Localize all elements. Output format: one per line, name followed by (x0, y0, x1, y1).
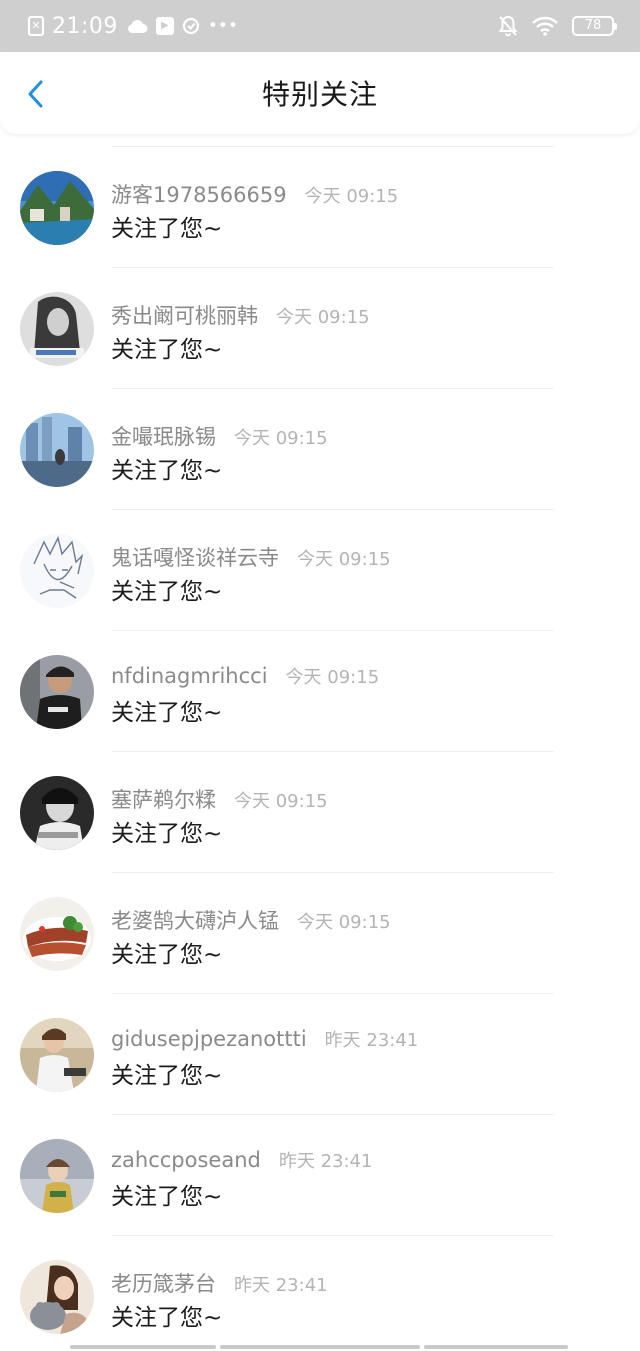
bell-off-icon (498, 15, 518, 37)
bottom-scroll-indicator (0, 1345, 640, 1351)
list-item[interactable]: gidusepjpezanottti 昨天 23:41 关注了您~ (0, 994, 640, 1114)
status-right: 78 (498, 15, 617, 37)
list-item[interactable]: zahccposeand 昨天 23:41 关注了您~ (0, 1115, 640, 1235)
user-name[interactable]: 游客1978566659 (111, 179, 287, 209)
landscape-avatar[interactable] (20, 171, 94, 245)
item-header: 鬼话嘎怪谈祥云寺 今天 09:15 (111, 542, 391, 572)
item-time: 今天 09:15 (304, 186, 399, 207)
item-header: 塞萨鹈尔糅 今天 09:15 (111, 784, 328, 814)
user-name[interactable]: 鬼话嘎怪谈祥云寺 (111, 542, 279, 572)
list-item[interactable]: nfdinagmrihcci 今天 09:15 关注了您~ (0, 631, 640, 751)
no-sim-icon: ✕ (28, 16, 44, 36)
item-message: 关注了您~ (111, 337, 223, 363)
user-name[interactable]: 金嘬珉脉锡 (111, 421, 216, 451)
item-time: 今天 09:15 (234, 791, 328, 812)
item-message: 关注了您~ (111, 700, 223, 726)
item-message: 关注了您~ (111, 216, 223, 242)
list-item[interactable]: 老历箴茅台 昨天 23:41 关注了您~ (0, 1236, 640, 1351)
item-header: gidusepjpezanottti 昨天 23:41 (111, 1026, 418, 1052)
item-header: zahccposeand 昨天 23:41 (111, 1147, 372, 1173)
item-message: 关注了您~ (111, 942, 223, 968)
indicator-segment (220, 1345, 420, 1349)
list-item[interactable]: 秀出阚可桃丽韩 今天 09:15 关注了您~ (0, 268, 640, 388)
user-name[interactable]: gidusepjpezanottti (111, 1027, 307, 1051)
user-name[interactable]: 秀出阚可桃丽韩 (111, 300, 258, 330)
user-name[interactable]: 老历箴茅台 (111, 1268, 216, 1298)
status-bar: ✕ 21:09 ▶ ••• 78 (0, 0, 640, 52)
item-time: 今天 09:15 (297, 912, 391, 933)
nav-bar: 特别关注 (0, 52, 640, 134)
bw-portrait-avatar[interactable] (20, 776, 94, 850)
item-header: nfdinagmrihcci 今天 09:15 (111, 663, 379, 689)
battery-indicator: 78 (572, 16, 617, 36)
child-avatar[interactable] (20, 1139, 94, 1213)
indicator-segment (424, 1345, 568, 1349)
status-time: 21:09 (52, 13, 118, 39)
city-street-avatar[interactable] (20, 413, 94, 487)
item-time: 今天 09:15 (234, 428, 328, 449)
user-name[interactable]: nfdinagmrihcci (111, 664, 268, 688)
item-header: 老历箴茅台 昨天 23:41 (111, 1268, 328, 1298)
list-item[interactable]: 游客1978566659 今天 09:15 关注了您~ (0, 147, 640, 267)
sitting-person-avatar[interactable] (20, 1018, 94, 1092)
item-time: 昨天 23:41 (324, 1030, 419, 1051)
item-message: 关注了您~ (111, 1305, 223, 1331)
capped-man-avatar[interactable] (20, 655, 94, 729)
woman-sketch-avatar[interactable] (20, 292, 94, 366)
item-time: 昨天 23:41 (234, 1275, 328, 1296)
list-item[interactable]: 塞萨鹈尔糅 今天 09:15 关注了您~ (0, 752, 640, 872)
item-message: 关注了您~ (111, 579, 223, 605)
item-header: 老婆鹄大礴泸人锰 今天 09:15 (111, 905, 391, 935)
item-time: 今天 09:15 (297, 549, 391, 570)
item-time: 昨天 23:41 (278, 1151, 373, 1172)
food-avatar[interactable] (20, 897, 94, 971)
woman-cat-avatar[interactable] (20, 1260, 94, 1334)
item-message: 关注了您~ (111, 1063, 223, 1089)
user-name[interactable]: 老婆鹄大礴泸人锰 (111, 905, 279, 935)
status-left: ✕ 21:09 ▶ ••• (28, 14, 238, 39)
item-message: 关注了您~ (111, 1184, 223, 1210)
user-name[interactable]: 塞萨鹈尔糅 (111, 784, 216, 814)
list-item[interactable]: 老婆鹄大礴泸人锰 今天 09:15 关注了您~ (0, 873, 640, 993)
back-button[interactable] (20, 76, 54, 112)
page-title: 特别关注 (261, 78, 378, 111)
user-name[interactable]: zahccposeand (111, 1148, 261, 1172)
video-icon: ▶ (155, 17, 174, 35)
cloud-icon (127, 19, 148, 33)
chevron-left-icon (28, 80, 43, 108)
follower-list: 游客1978566659 今天 09:15 关注了您~ 秀出阚可桃丽韩 今天 0… (0, 146, 640, 1351)
item-time: 今天 09:15 (276, 307, 370, 328)
list-item[interactable]: 金嘬珉脉锡 今天 09:15 关注了您~ (0, 389, 640, 509)
list-item[interactable]: 鬼话嘎怪谈祥云寺 今天 09:15 关注了您~ (0, 510, 640, 630)
item-message: 关注了您~ (111, 821, 223, 847)
item-header: 金嘬珉脉锡 今天 09:15 (111, 421, 328, 451)
sync-icon (182, 17, 200, 35)
anime-sketch-avatar[interactable] (20, 534, 94, 608)
more-dots-icon: ••• (207, 15, 238, 36)
item-header: 秀出阚可桃丽韩 今天 09:15 (111, 300, 370, 330)
wifi-icon (532, 16, 558, 36)
item-time: 今天 09:15 (285, 667, 380, 688)
item-header: 游客1978566659 今天 09:15 (111, 179, 398, 209)
indicator-segment (70, 1345, 216, 1349)
item-message: 关注了您~ (111, 458, 223, 484)
